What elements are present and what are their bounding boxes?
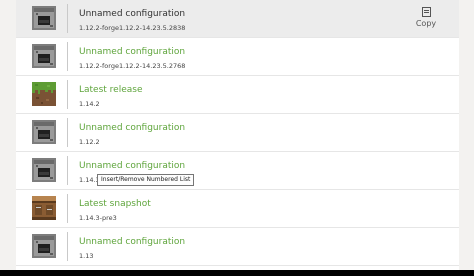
tooltip: Insert/Remove Numbered List — [97, 174, 195, 186]
installation-version: 1.12.2-forge1.12.2-14.23.5.2768 — [79, 62, 186, 70]
launcher-installations-page: Unnamed configuration 1.12.2-forge1.12.2… — [0, 0, 474, 276]
row-divider — [67, 4, 68, 33]
row-divider — [67, 80, 68, 109]
installation-version: 1.13 — [79, 252, 94, 260]
installations-list: Unnamed configuration 1.12.2-forge1.12.2… — [16, 0, 459, 266]
row-divider — [67, 118, 68, 147]
row-divider — [67, 42, 68, 71]
furnace-icon — [32, 44, 56, 68]
copy-label: Copy — [415, 19, 437, 28]
left-margin — [0, 0, 16, 270]
copy-button[interactable]: Copy — [411, 7, 441, 31]
bottom-bar — [0, 270, 474, 276]
installation-version: 1.12.2-forge1.12.2-14.23.5.2838 — [79, 24, 186, 32]
installation-version: 1.14.2 — [79, 100, 100, 108]
row-divider — [67, 232, 68, 261]
installation-row[interactable]: Latest release 1.14.2 — [16, 76, 459, 114]
installation-version: 1.14.3-pre3 — [79, 214, 117, 222]
installation-name: Unnamed configuration — [79, 161, 186, 171]
furnace-icon — [32, 234, 56, 258]
installation-row[interactable]: Unnamed configuration 1.13 — [16, 228, 459, 266]
installation-row[interactable]: Unnamed configuration 1.12.2 — [16, 114, 459, 152]
installation-name: Unnamed configuration — [79, 9, 186, 19]
furnace-icon — [32, 6, 56, 30]
row-divider — [67, 156, 68, 185]
installation-name: Unnamed configuration — [79, 237, 186, 247]
installation-name: Latest release — [79, 85, 143, 95]
copy-icon — [411, 7, 441, 17]
installation-name: Unnamed configuration — [79, 123, 186, 133]
row-divider — [67, 194, 68, 223]
grass-block-icon — [32, 82, 56, 106]
installation-row[interactable]: Unnamed configuration 1.12.2-forge1.12.2… — [16, 0, 459, 38]
installation-row[interactable]: Unnamed configuration 1.14.3 — [16, 152, 459, 190]
crafting-table-icon — [32, 196, 56, 220]
installation-name: Unnamed configuration — [79, 47, 186, 57]
right-margin — [459, 0, 474, 270]
installation-row[interactable]: Unnamed configuration 1.12.2-forge1.12.2… — [16, 38, 459, 76]
furnace-icon — [32, 120, 56, 144]
furnace-icon — [32, 158, 56, 182]
installation-version: 1.12.2 — [79, 138, 100, 146]
installation-name: Latest snapshot — [79, 199, 151, 209]
installation-row[interactable]: Latest snapshot 1.14.3-pre3 — [16, 190, 459, 228]
